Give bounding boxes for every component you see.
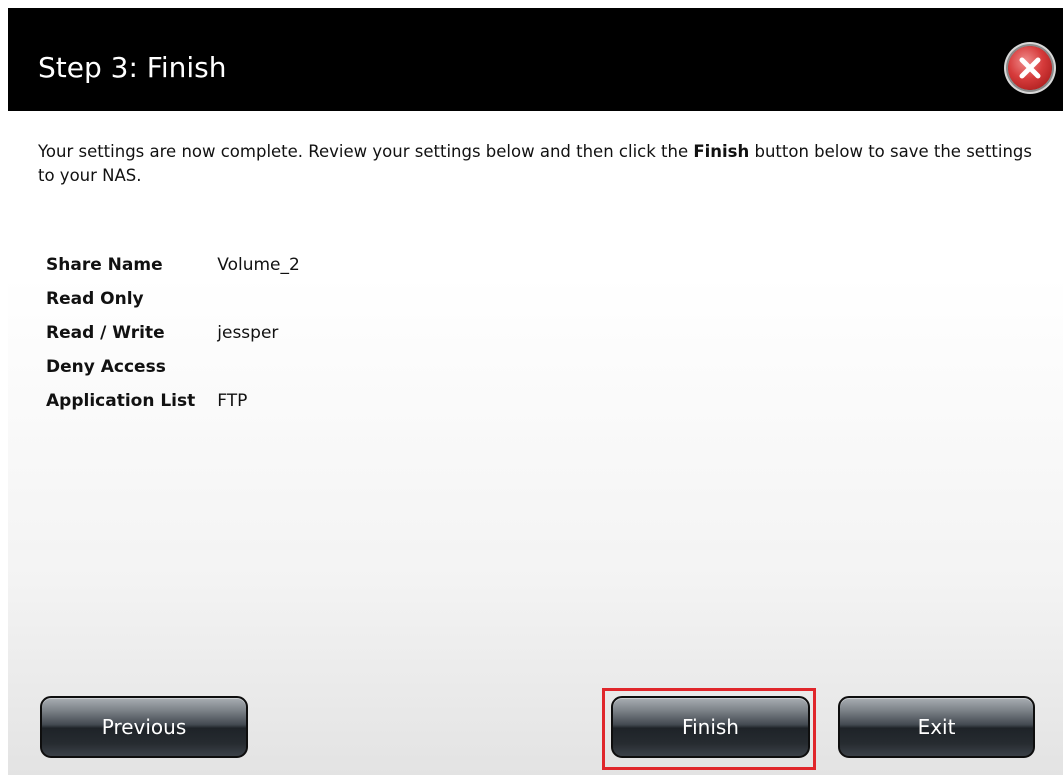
settings-label: Application List [46, 391, 196, 411]
title-bar: Step 3: Finish [8, 8, 1063, 111]
dialog-title: Step 3: Finish [38, 51, 227, 84]
settings-row-read-only: Read Only [46, 282, 300, 316]
settings-value: jessper [217, 323, 279, 343]
settings-value: Volume_2 [217, 255, 300, 275]
settings-row-application-list: Application List FTP [46, 384, 300, 418]
settings-row-deny-access: Deny Access [46, 350, 300, 384]
intro-text-finish-bold: Finish [693, 142, 750, 161]
settings-label: Read / Write [46, 323, 165, 343]
close-button[interactable] [1008, 46, 1052, 90]
intro-text: Your settings are now complete. Review y… [38, 140, 1038, 188]
settings-value: FTP [217, 391, 248, 411]
previous-button[interactable]: Previous [40, 696, 248, 758]
settings-label: Deny Access [46, 357, 166, 377]
finish-button[interactable]: Finish [611, 696, 810, 758]
settings-summary-table: Share Name Volume_2 Read Only Read / Wri… [46, 248, 300, 418]
settings-label: Read Only [46, 289, 144, 309]
settings-value [217, 350, 300, 384]
settings-value [217, 282, 300, 316]
close-icon [1019, 57, 1041, 79]
intro-text-part1: Your settings are now complete. Review y… [38, 142, 694, 161]
settings-row-read-write: Read / Write jessper [46, 316, 300, 350]
settings-row-share-name: Share Name Volume_2 [46, 248, 300, 282]
wizard-dialog: Step 3: Finish Your settings are now com… [8, 8, 1063, 775]
exit-button[interactable]: Exit [838, 696, 1035, 758]
settings-label: Share Name [46, 255, 163, 275]
